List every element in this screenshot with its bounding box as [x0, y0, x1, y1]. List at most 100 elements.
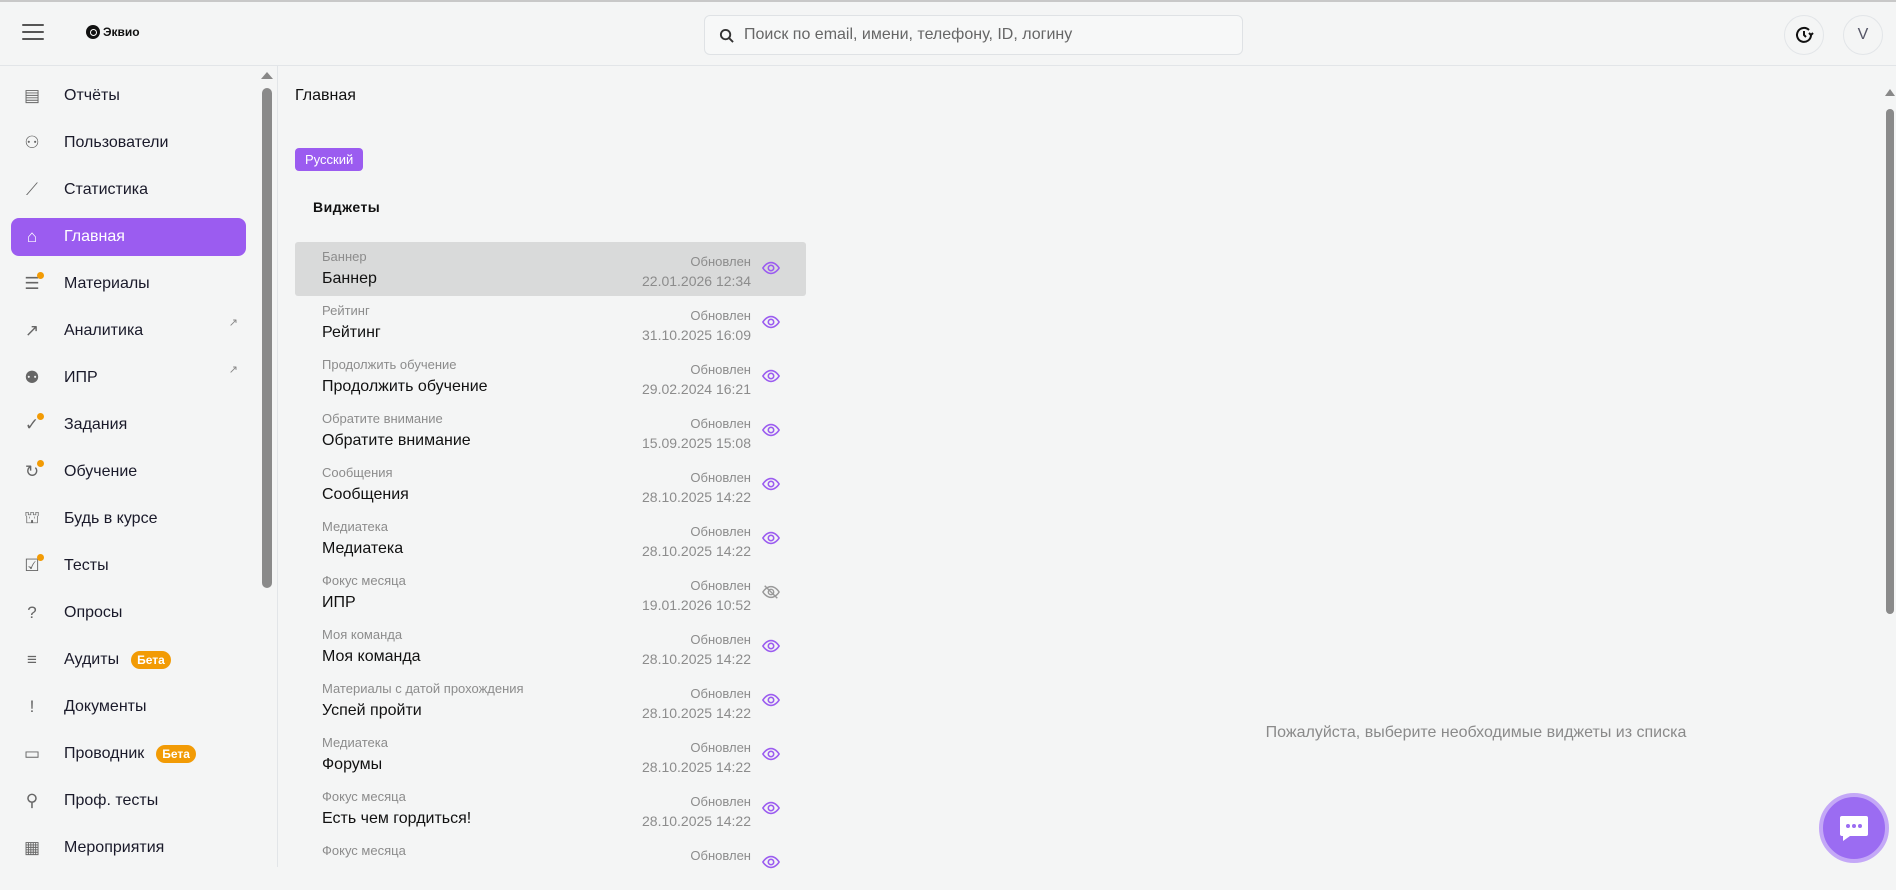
main-content: Главная Русский Виджеты Баннер Баннер Обно…	[278, 66, 1896, 869]
sidebar-item-0[interactable]: ▤ Отчёты	[11, 77, 246, 115]
widget-row[interactable]: Баннер Баннер Обновлен 22.01.2026 12:34	[295, 242, 806, 296]
sidebar-item-2[interactable]: ⟋ Статистика	[11, 171, 246, 209]
widget-row[interactable]: Продолжить обучение Продолжить обучение Об…	[295, 350, 806, 404]
sidebar-scrollbar[interactable]	[262, 88, 272, 588]
sidebar-item-1[interactable]: ⚇ Пользователи	[11, 124, 246, 162]
eye-icon[interactable]	[761, 367, 781, 385]
eye-icon[interactable]	[761, 691, 781, 709]
search-icon	[719, 28, 734, 43]
widget-row[interactable]: Сообщения Сообщения Обновлен 28.10.2025 14:…	[295, 458, 806, 512]
logo-icon	[86, 25, 100, 39]
widget-status: Обновлен	[690, 254, 751, 269]
history-button[interactable]	[1784, 15, 1824, 55]
user-avatar[interactable]: V	[1843, 15, 1883, 55]
sidebar-item-label: Отчёты	[64, 87, 120, 104]
widget-type: Обратите внимание	[322, 411, 443, 426]
widget-row[interactable]: Фокус месяца Обновлен	[295, 836, 806, 890]
widget-status: Обновлен	[690, 524, 751, 539]
check-circle-icon: ✓	[21, 413, 44, 436]
widget-row[interactable]: Моя команда Моя команда Обновлен 28.10.2025…	[295, 620, 806, 674]
widget-name: ИПР	[322, 594, 356, 611]
eye-icon[interactable]	[761, 313, 781, 331]
sidebar-item-11[interactable]: ? Опросы	[11, 594, 246, 632]
widgets-heading: Виджеты	[313, 199, 381, 215]
sidebar-item-12[interactable]: ≡ Аудиты Бета	[11, 641, 246, 679]
widget-name: Рейтинг	[322, 324, 381, 341]
sidebar-item-7[interactable]: ✓ Задания	[11, 406, 246, 444]
breadcrumb: Главная	[295, 87, 356, 104]
widget-status: Обновлен	[690, 848, 751, 863]
sidebar-item-label: Пользователи	[64, 134, 169, 151]
widget-status: Обновлен	[690, 794, 751, 809]
widget-row[interactable]: Рейтинг Рейтинг Обновлен 31.10.2025 16:09	[295, 296, 806, 350]
widget-type: Медиатека	[322, 519, 388, 534]
learning-icon: ↻	[21, 460, 44, 483]
sidebar-item-3[interactable]: ⌂ Главная	[11, 218, 246, 256]
sidebar-item-label: Документы	[64, 698, 147, 715]
eye-icon[interactable]	[761, 259, 781, 277]
sidebar-item-label: Будь в курсе	[64, 510, 158, 527]
eye-off-icon[interactable]	[762, 583, 780, 601]
widget-row[interactable]: Медиатека Медиатека Обновлен 28.10.2025 14:…	[295, 512, 806, 566]
widget-row[interactable]: Обратите внимание Обратите внимание Обновл…	[295, 404, 806, 458]
user-check-icon: ⚲	[25, 791, 39, 810]
calendar-icon: ▦	[23, 838, 41, 857]
scroll-up-arrow[interactable]	[1885, 89, 1895, 96]
sidebar-item-14[interactable]: ▭ Проводник Бета	[11, 735, 246, 773]
widget-date: 28.10.2025 14:22	[642, 489, 751, 505]
external-arrow-icon: ↗	[228, 364, 238, 376]
beta-badge: Бета	[131, 651, 171, 669]
sidebar-item-label: Проф. тесты	[64, 792, 159, 809]
widget-row[interactable]: Фокус месяца Есть чем гордиться! Обновлен 2…	[295, 782, 806, 836]
eye-icon[interactable]	[761, 421, 781, 439]
notification-dot	[37, 413, 44, 420]
eye-icon[interactable]	[761, 799, 781, 817]
sidebar-item-15[interactable]: ⚲ Проф. тесты	[11, 782, 246, 820]
widget-name: Есть чем гордиться!	[322, 810, 472, 827]
widget-date: 31.10.2025 16:09	[642, 327, 751, 343]
widget-date: 19.01.2026 10:52	[642, 597, 751, 613]
eye-icon[interactable]	[761, 529, 781, 547]
search-box[interactable]	[704, 15, 1243, 55]
widget-type: Сообщения	[322, 465, 393, 480]
tests-icon: ☑	[21, 554, 44, 577]
eye-icon[interactable]	[761, 853, 781, 871]
sidebar-item-label: Аудиты	[64, 651, 120, 668]
sidebar-item-label: ИПР	[64, 369, 98, 386]
widget-row[interactable]: Фокус месяца ИПР Обновлен 19.01.2026 10:52	[295, 566, 806, 620]
sidebar-item-16[interactable]: ▦ Мероприятия	[11, 829, 246, 867]
scroll-up-arrow[interactable]	[261, 72, 273, 79]
main-scrollbar[interactable]	[1886, 109, 1894, 614]
sidebar-item-label: Проводник	[64, 745, 145, 762]
sidebar-item-10[interactable]: ☑ Тесты	[11, 547, 246, 585]
logo[interactable]: Эквио	[86, 25, 140, 39]
eye-icon[interactable]	[761, 745, 781, 763]
materials-icon: ☰	[21, 272, 44, 295]
chat-button[interactable]	[1819, 793, 1889, 863]
language-tab[interactable]: Русский	[295, 148, 364, 171]
widget-status: Обновлен	[690, 416, 751, 431]
widget-date: 15.09.2025 15:08	[642, 435, 751, 451]
report-icon: ▤	[23, 86, 41, 105]
widget-type: Медиатека	[322, 735, 388, 750]
sidebar-item-5[interactable]: ↗ Аналитика ↗	[11, 312, 246, 350]
eye-icon[interactable]	[761, 637, 781, 655]
sidebar-item-9[interactable]: ⛫ Будь в курсе	[11, 500, 246, 538]
sidebar-item-13[interactable]: ! Документы	[11, 688, 246, 726]
widget-status: Обновлен	[690, 686, 751, 701]
graduation-cap-icon: ⛫	[24, 508, 40, 527]
widget-row[interactable]: Материалы с датой прохождения Успей пройт…	[295, 674, 806, 728]
widget-type: Моя команда	[322, 627, 403, 642]
widget-row[interactable]: Медиатека Форумы Обновлен 28.10.2025 14:22	[295, 728, 806, 782]
menu-icon[interactable]	[22, 24, 44, 40]
sidebar-item-8[interactable]: ↻ Обучение	[11, 453, 246, 491]
home-icon: ⌂	[26, 227, 38, 246]
sidebar-item-6[interactable]: ⚉ ИПР ↗	[11, 359, 246, 397]
search-input[interactable]	[744, 26, 1224, 44]
audit-icon: ≡	[27, 650, 37, 669]
widget-status: Обновлен	[690, 632, 751, 647]
sidebar-item-4[interactable]: ☰ Материалы	[11, 265, 246, 303]
chat-icon	[1840, 816, 1868, 841]
eye-icon[interactable]	[761, 475, 781, 493]
alert-circle-icon: !	[29, 697, 35, 716]
